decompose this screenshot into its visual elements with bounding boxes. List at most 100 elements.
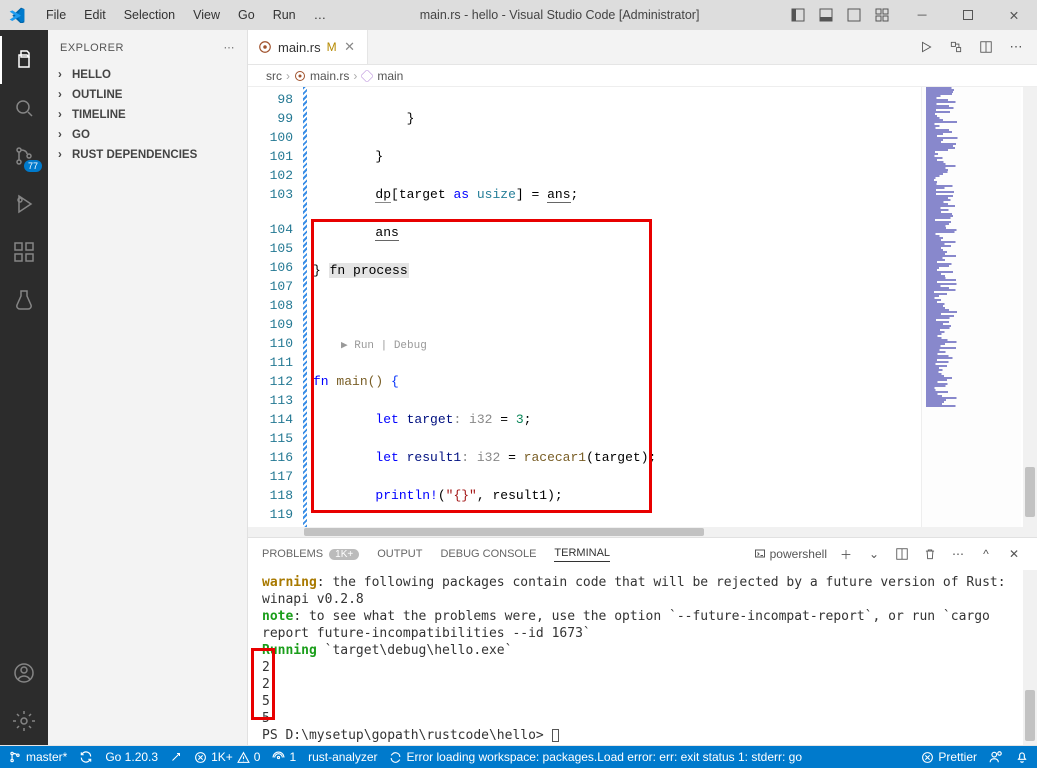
section-hello[interactable]: ›HELLO: [48, 65, 247, 85]
title-bar: File Edit Selection View Go Run … main.r…: [0, 0, 1037, 30]
terminal-line: note: to see what the problems were, use…: [262, 608, 1023, 642]
menu-bar: File Edit Selection View Go Run …: [38, 4, 334, 26]
status-go-status-icon[interactable]: [170, 751, 182, 763]
debug-activity-icon[interactable]: [0, 180, 48, 228]
breadcrumb-src[interactable]: src: [266, 69, 282, 83]
scrollbar-thumb[interactable]: [304, 528, 704, 536]
terminal-scrollbar[interactable]: [1023, 570, 1037, 745]
toggle-primary-sidebar-icon[interactable]: [785, 2, 811, 28]
terminal-shell-label[interactable]: powershell: [754, 547, 827, 561]
status-bar: master* Go 1.20.3 1K+ 0 1 rust-analyzer …: [0, 746, 1037, 768]
menu-run[interactable]: Run: [265, 4, 304, 26]
chevron-right-icon: ›: [286, 69, 290, 83]
debug-config-icon[interactable]: [945, 36, 967, 58]
problems-badge: 1K+: [329, 549, 359, 560]
window-title: main.rs - hello - Visual Studio Code [Ad…: [334, 8, 785, 22]
split-terminal-icon[interactable]: [893, 545, 911, 563]
rust-file-icon: [258, 40, 272, 54]
status-notifications-icon[interactable]: [1015, 750, 1029, 764]
breadcrumb-file[interactable]: main.rs: [310, 69, 349, 83]
run-file-icon[interactable]: [915, 36, 937, 58]
editor-tabs: main.rs M ✕ ⋯: [248, 30, 1037, 65]
status-port-forward[interactable]: 1: [272, 750, 296, 764]
terminal-cursor: [552, 729, 559, 742]
maximize-button[interactable]: [945, 0, 991, 30]
panel-tab-problems[interactable]: PROBLEMS1K+: [262, 548, 359, 560]
scm-badge: 77: [24, 160, 42, 172]
status-problems[interactable]: 1K+ 0: [194, 750, 260, 764]
tab-close-icon[interactable]: ✕: [343, 39, 357, 55]
tab-filename: main.rs: [278, 40, 321, 55]
status-prettier[interactable]: Prettier: [921, 750, 977, 764]
section-rust-deps[interactable]: ›RUST DEPENDENCIES: [48, 145, 247, 165]
menu-more[interactable]: …: [306, 4, 335, 26]
terminal-output: 2: [262, 676, 1023, 693]
chevron-right-icon: ›: [353, 69, 357, 83]
maximize-panel-icon[interactable]: ^: [977, 545, 995, 563]
menu-selection[interactable]: Selection: [116, 4, 183, 26]
terminal-content[interactable]: warning: the following packages contain …: [248, 570, 1037, 745]
tab-main-rs[interactable]: main.rs M ✕: [248, 30, 368, 64]
editor-more-icon[interactable]: ⋯: [1005, 36, 1027, 58]
search-activity-icon[interactable]: [0, 84, 48, 132]
terminal-output: 2: [262, 659, 1023, 676]
status-error-message[interactable]: Error loading workspace: packages.Load e…: [389, 750, 802, 764]
panel-tab-terminal[interactable]: TERMINAL: [554, 547, 610, 562]
terminal-line: warning: the following packages contain …: [262, 574, 1023, 608]
horizontal-scrollbar[interactable]: [248, 527, 1037, 537]
panel-tab-output[interactable]: OUTPUT: [377, 548, 422, 560]
menu-file[interactable]: File: [38, 4, 74, 26]
menu-edit[interactable]: Edit: [76, 4, 114, 26]
kill-terminal-icon[interactable]: [921, 545, 939, 563]
line-numbers: 98 99 100 101 102 103 104 105 106 107 10…: [248, 87, 303, 527]
breadcrumb-symbol[interactable]: main: [377, 69, 403, 83]
panel-tab-debug[interactable]: DEBUG CONSOLE: [440, 548, 536, 560]
close-window-button[interactable]: ✕: [991, 0, 1037, 30]
minimize-button[interactable]: ─: [899, 0, 945, 30]
new-terminal-icon[interactable]: ＋: [837, 545, 855, 563]
section-go[interactable]: ›GO: [48, 125, 247, 145]
terminal-dropdown-icon[interactable]: ⌄: [865, 545, 883, 563]
accounts-activity-icon[interactable]: [0, 649, 48, 697]
split-editor-icon[interactable]: [975, 36, 997, 58]
menu-go[interactable]: Go: [230, 4, 263, 26]
rust-file-icon: [294, 70, 306, 82]
explorer-sidebar: EXPLORER ⋯ ›HELLO ›OUTLINE ›TIMELINE ›GO…: [48, 30, 248, 745]
status-sync-icon[interactable]: [79, 750, 93, 764]
customize-layout-icon[interactable]: [869, 2, 895, 28]
minimap[interactable]: [921, 87, 1021, 527]
explorer-activity-icon[interactable]: [0, 36, 48, 84]
status-branch[interactable]: master*: [8, 750, 67, 764]
source-control-activity-icon[interactable]: 77: [0, 132, 48, 180]
terminal-line: Running `target\debug\hello.exe`: [262, 642, 1023, 659]
terminal-output: 5: [262, 693, 1023, 710]
status-feedback-icon[interactable]: [989, 750, 1003, 764]
vscode-icon: [8, 6, 26, 24]
panel-tabs: PROBLEMS1K+ OUTPUT DEBUG CONSOLE TERMINA…: [248, 538, 1037, 570]
menu-view[interactable]: View: [185, 4, 228, 26]
editor-group: main.rs M ✕ ⋯ src › main.rs › main 98 99: [248, 30, 1037, 745]
toggle-secondary-sidebar-icon[interactable]: [841, 2, 867, 28]
toggle-panel-icon[interactable]: [813, 2, 839, 28]
symbol-function-icon: [361, 70, 373, 82]
scrollbar-thumb[interactable]: [1025, 467, 1035, 517]
status-go-version[interactable]: Go 1.20.3: [105, 750, 158, 764]
activity-bar: 77: [0, 30, 48, 745]
section-timeline[interactable]: ›TIMELINE: [48, 105, 247, 125]
settings-activity-icon[interactable]: [0, 697, 48, 745]
close-panel-icon[interactable]: ✕: [1005, 545, 1023, 563]
sidebar-more-icon[interactable]: ⋯: [224, 41, 236, 54]
vertical-scrollbar[interactable]: [1023, 87, 1037, 527]
sidebar-title: EXPLORER: [60, 42, 124, 54]
breadcrumbs[interactable]: src › main.rs › main: [248, 65, 1037, 87]
status-rust-analyzer[interactable]: rust-analyzer: [308, 750, 377, 764]
editor-area[interactable]: 98 99 100 101 102 103 104 105 106 107 10…: [248, 87, 1037, 527]
tab-modified-badge: M: [327, 40, 337, 54]
scrollbar-thumb[interactable]: [1025, 690, 1035, 741]
panel: PROBLEMS1K+ OUTPUT DEBUG CONSOLE TERMINA…: [248, 537, 1037, 745]
testing-activity-icon[interactable]: [0, 276, 48, 324]
terminal-prompt[interactable]: PS D:\mysetup\gopath\rustcode\hello>: [262, 727, 1023, 744]
section-outline[interactable]: ›OUTLINE: [48, 85, 247, 105]
extensions-activity-icon[interactable]: [0, 228, 48, 276]
panel-more-icon[interactable]: ⋯: [949, 545, 967, 563]
